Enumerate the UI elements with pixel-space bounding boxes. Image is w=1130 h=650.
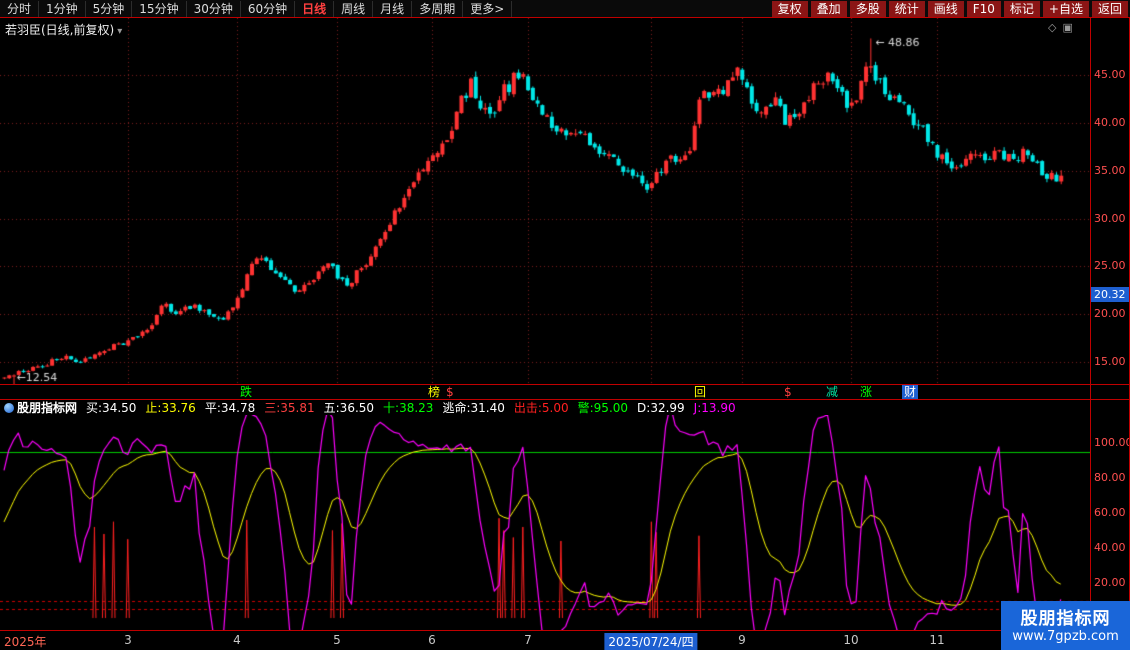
ind-m10: 十:38.23 bbox=[383, 399, 433, 416]
tab-5min[interactable]: 5分钟 bbox=[86, 1, 133, 17]
tab-multi-period[interactable]: 多周期 bbox=[412, 1, 463, 17]
indicator-header: 股朋指标网 买:34.50 止:33.76 平:34.78 三:35.81 五:36.5… bbox=[0, 400, 1090, 415]
tab-more[interactable]: 更多> bbox=[463, 1, 512, 17]
watermark: 股朋指标网 www.7gpzb.com bbox=[1001, 601, 1130, 650]
indicator-brand-label: 股朋指标网 bbox=[17, 399, 77, 416]
btn-f10[interactable]: F10 bbox=[967, 1, 1001, 17]
ind-avg: 平:34.78 bbox=[205, 399, 255, 416]
tab-1min[interactable]: 1分钟 bbox=[39, 1, 86, 17]
indicator-axis-label: 60.00 bbox=[1094, 506, 1126, 519]
btn-draw[interactable]: 画线 bbox=[928, 1, 964, 17]
ticker-item-3[interactable]: $ bbox=[446, 385, 454, 399]
btn-add-watchlist[interactable]: +自选 bbox=[1043, 1, 1089, 17]
ticker-strip: 跌 榜 $ 回 $ 减 涨 财 bbox=[0, 384, 1130, 400]
tab-monthly[interactable]: 月线 bbox=[373, 1, 412, 17]
xaxis-date-highlight: 2025/07/24/四 bbox=[604, 633, 697, 650]
watermark-url: www.7gpzb.com bbox=[1001, 629, 1130, 644]
stock-app-window: 分时1分钟5分钟15分钟30分钟60分钟日线周线月线多周期更多> 复权叠加多股统… bbox=[0, 0, 1130, 650]
tab-daily[interactable]: 日线 bbox=[295, 1, 334, 17]
chevron-down-icon: ▾ bbox=[117, 26, 122, 37]
xaxis-label: 3 bbox=[124, 633, 132, 647]
xaxis-label: 7 bbox=[524, 633, 532, 647]
indicator-brand: 股朋指标网 bbox=[4, 399, 77, 416]
tab-weekly[interactable]: 周线 bbox=[334, 1, 373, 17]
chart-title-text: 若羽臣(日线,前复权) bbox=[5, 23, 114, 37]
tab-30min[interactable]: 30分钟 bbox=[187, 1, 241, 17]
indicator-canvas[interactable] bbox=[0, 415, 1090, 630]
btn-mark[interactable]: 标记 bbox=[1004, 1, 1040, 17]
ticker-item-1[interactable]: 跌 bbox=[240, 385, 252, 399]
ind-escape: 逃命:31.40 bbox=[442, 399, 504, 416]
indicator-axis-label: 20.00 bbox=[1094, 576, 1126, 589]
btn-overlay[interactable]: 叠加 bbox=[811, 1, 847, 17]
watermark-title: 股朋指标网 bbox=[1001, 604, 1130, 629]
xaxis-label: 4 bbox=[233, 633, 241, 647]
xaxis-label: 11 bbox=[929, 633, 944, 647]
ticker-item-6[interactable]: 减 bbox=[826, 385, 838, 399]
ticker-item-7[interactable]: 涨 bbox=[860, 385, 872, 399]
ind-stop: 止:33.76 bbox=[145, 399, 195, 416]
ind-attack: 出击:5.00 bbox=[514, 399, 569, 416]
tab-15min[interactable]: 15分钟 bbox=[132, 1, 186, 17]
xaxis-label: 2025年 bbox=[4, 633, 47, 650]
diamond-icon[interactable]: ◇ bbox=[1048, 21, 1056, 34]
ind-m5: 五:36.50 bbox=[324, 399, 374, 416]
ticker-item-2[interactable]: 榜 bbox=[428, 385, 440, 399]
indicator-axis-label: 100.00 bbox=[1094, 436, 1130, 449]
top-toolbar: 分时1分钟5分钟15分钟30分钟60分钟日线周线月线多周期更多> 复权叠加多股统… bbox=[0, 0, 1130, 18]
ticker-item-5[interactable]: $ bbox=[784, 385, 792, 399]
period-tabs: 分时1分钟5分钟15分钟30分钟60分钟日线周线月线多周期更多> bbox=[0, 1, 512, 17]
xaxis-label: 9 bbox=[738, 633, 746, 647]
chart-corner-icons: ◇▣ bbox=[1042, 21, 1073, 34]
ind-warn: 警:95.00 bbox=[578, 399, 628, 416]
indicator-axis-label: 40.00 bbox=[1094, 541, 1126, 554]
btn-multi-stock[interactable]: 多股 bbox=[850, 1, 886, 17]
xaxis-label: 10 bbox=[843, 633, 858, 647]
btn-adjust[interactable]: 复权 bbox=[772, 1, 808, 17]
ind-d: D:32.99 bbox=[637, 401, 685, 415]
axis-divider-line bbox=[1090, 18, 1091, 650]
toolbar-actions: 复权叠加多股统计画线F10标记+自选返回 bbox=[769, 1, 1130, 17]
xaxis-label: 6 bbox=[428, 633, 436, 647]
date-axis: 2025年 3 4 5 6 7 2025/07/24/四 9 10 11 bbox=[0, 630, 1130, 650]
price-tag: 20.32 bbox=[1091, 287, 1129, 302]
indicator-axis: 100.00 80.00 60.00 40.00 20.00 bbox=[1094, 0, 1130, 650]
brand-logo-icon bbox=[4, 403, 14, 413]
tab-60min[interactable]: 60分钟 bbox=[241, 1, 295, 17]
ticker-item-8[interactable]: 财 bbox=[902, 385, 918, 399]
tab-realtime[interactable]: 分时 bbox=[0, 1, 39, 17]
window-restore-icon[interactable]: ▣ bbox=[1062, 21, 1072, 34]
ticker-item-4[interactable]: 回 bbox=[694, 385, 706, 399]
ind-buy: 买:34.50 bbox=[86, 399, 136, 416]
indicator-axis-label: 80.00 bbox=[1094, 471, 1126, 484]
btn-stats[interactable]: 统计 bbox=[889, 1, 925, 17]
ind-j: J:13.90 bbox=[694, 401, 736, 415]
xaxis-label: 5 bbox=[333, 633, 341, 647]
ind-m3: 三:35.81 bbox=[264, 399, 314, 416]
chart-title[interactable]: 若羽臣(日线,前复权)▾ bbox=[5, 21, 122, 38]
kline-canvas[interactable] bbox=[0, 18, 1090, 384]
